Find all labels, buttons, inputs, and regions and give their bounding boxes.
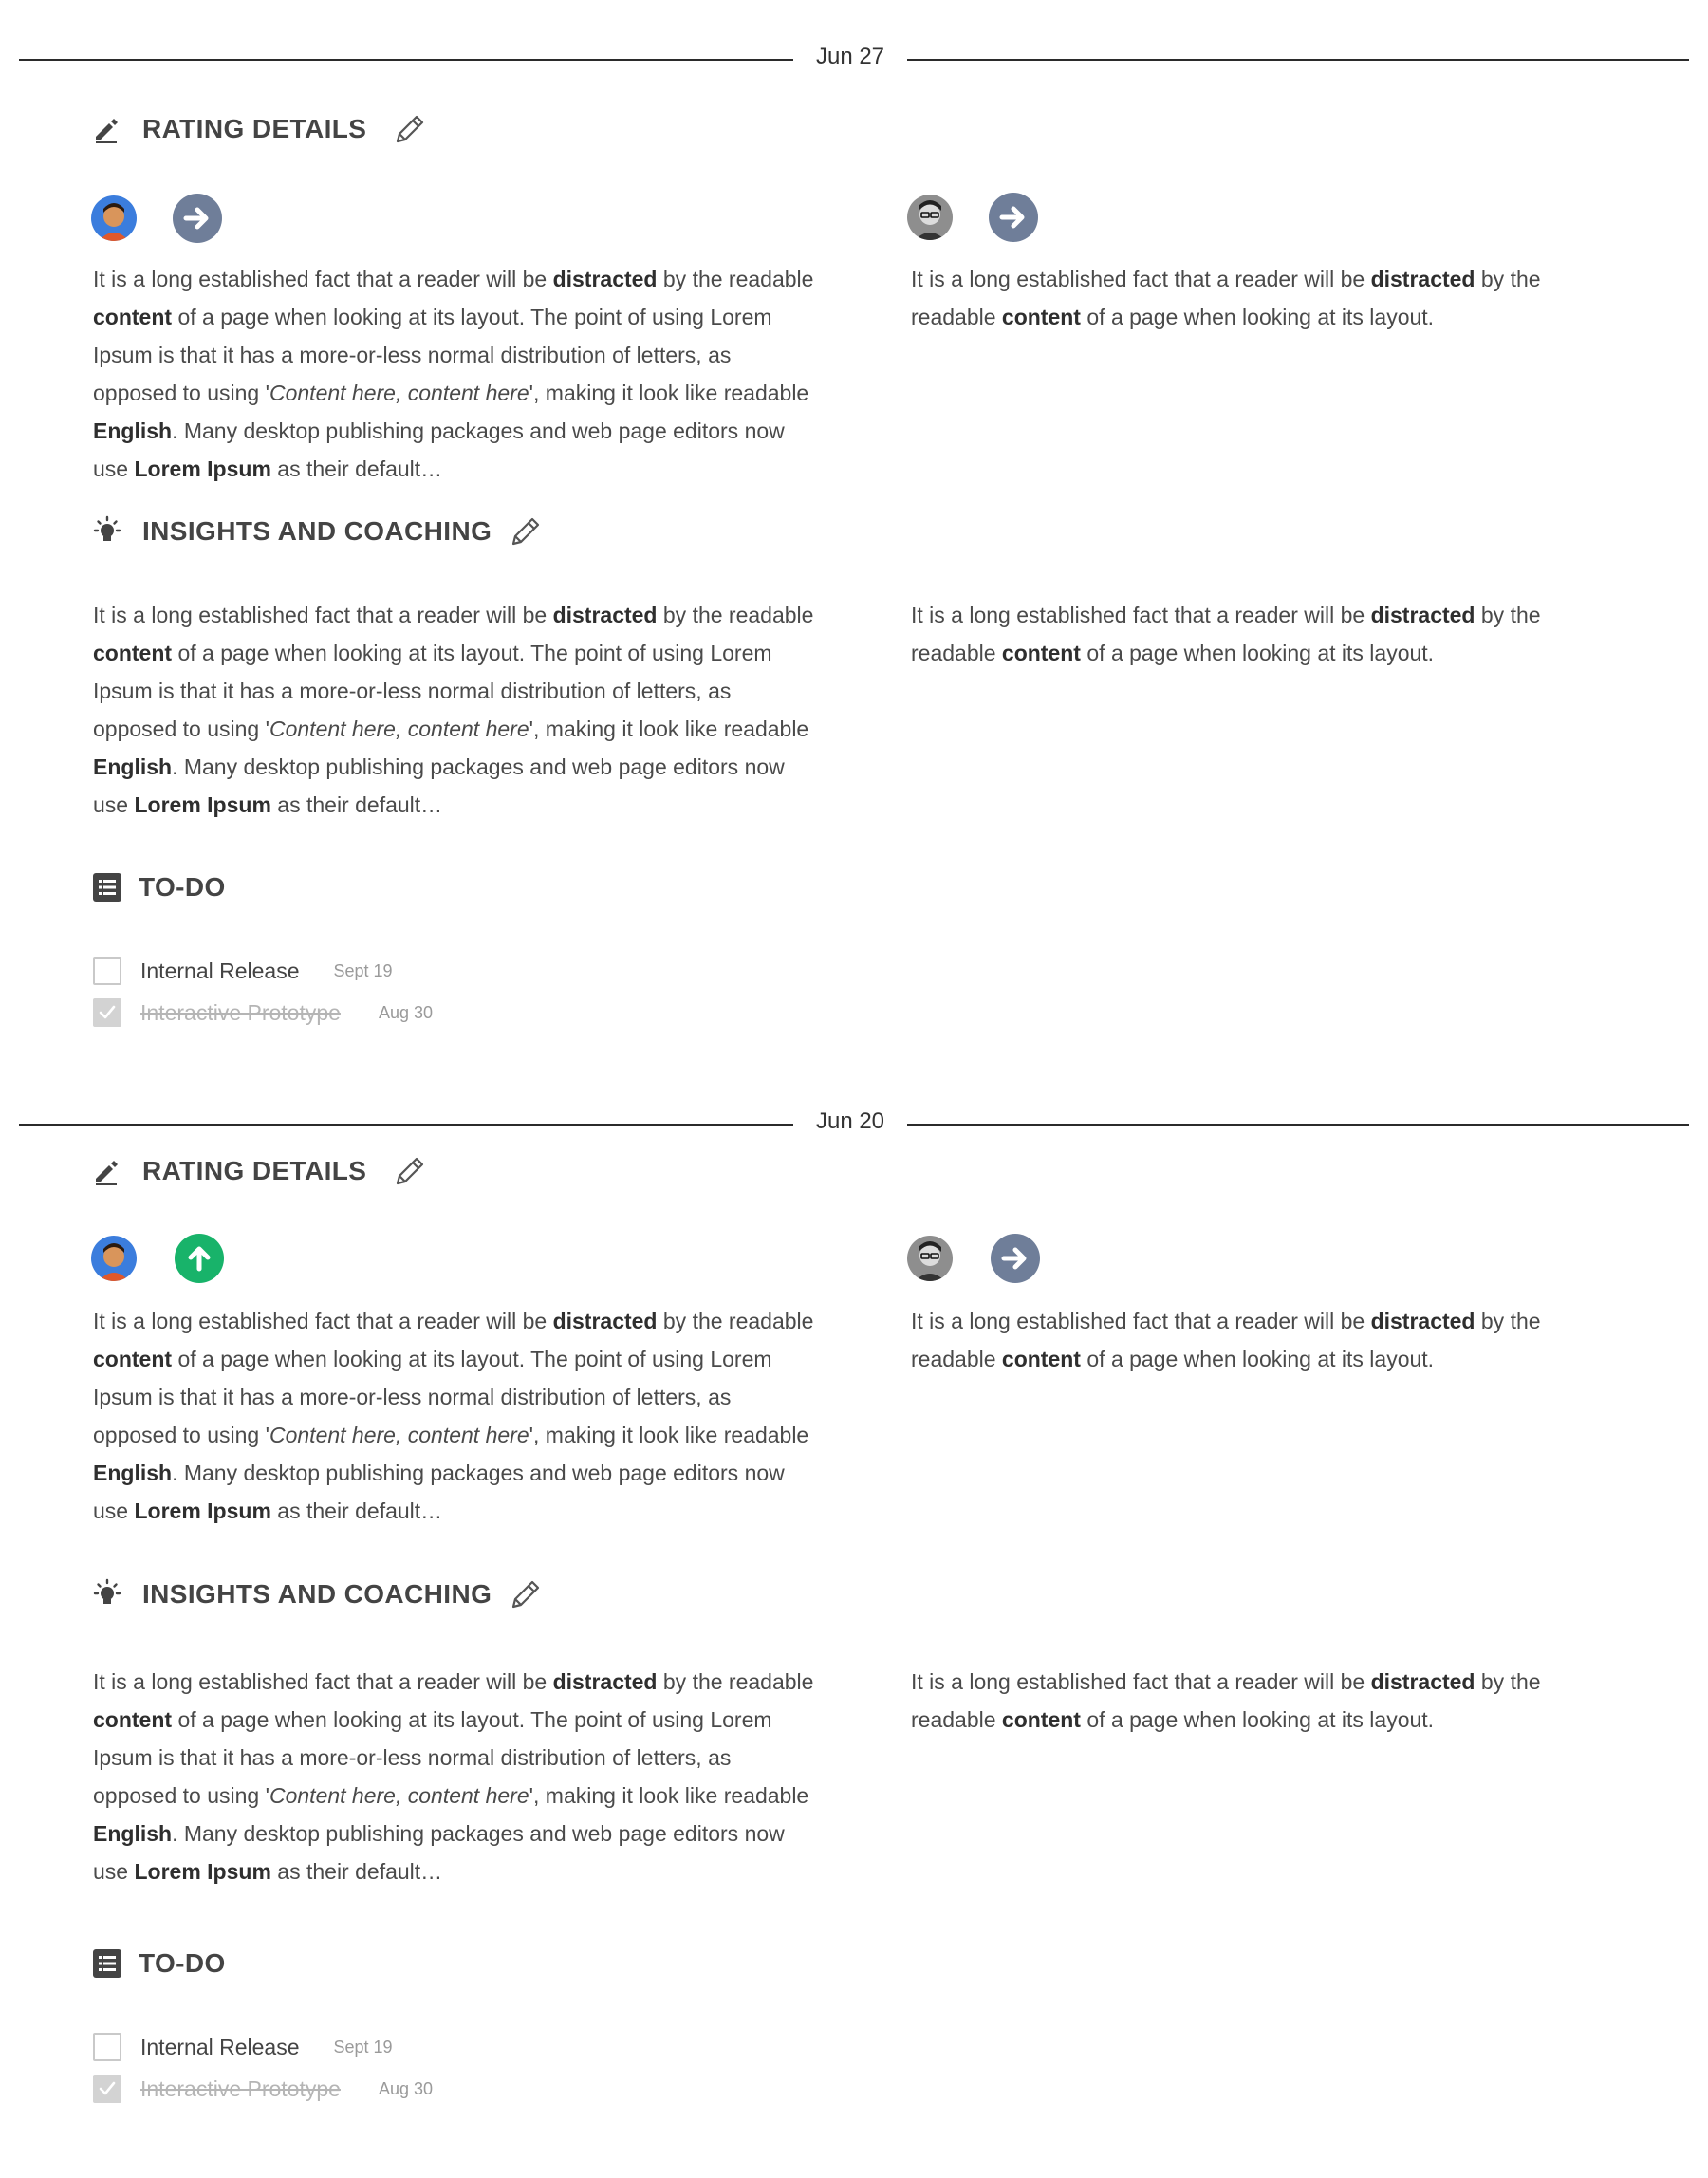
rating-details-header: RATING DETAILS [91,1152,429,1190]
insights-text-left: It is a long established fact that a rea… [93,1669,814,1884]
todo-date: Aug 30 [378,1002,434,1022]
edit-pencil-icon[interactable] [507,512,545,550]
trend-up-badge [175,1234,224,1283]
date-divider: Jun 20 [19,1105,1689,1143]
rating-comment-right: It is a long established fact that a rea… [911,1309,1541,1371]
todo-checkbox-checked[interactable] [93,2075,121,2103]
todo-checkbox-checked[interactable] [93,998,121,1027]
todo-checkbox[interactable] [93,957,121,985]
edit-pencil-icon[interactable] [507,1575,545,1613]
divider-line-right [907,1124,1689,1126]
list-icon [91,1947,123,1980]
todo-date: Sept 19 [333,2037,393,2057]
section-title: TO-DO [139,872,226,902]
lightbulb-icon [91,515,123,548]
trend-neutral-badge [991,1234,1040,1283]
todo-item: Internal Release Sept 19 [93,2033,393,2061]
avatar-left[interactable] [91,1236,137,1281]
todo-header: TO-DO [91,871,226,903]
rating-comment-left: It is a long established fact that a rea… [93,1309,814,1523]
pencil-icon [91,113,123,145]
date-divider: Jun 27 [19,40,1689,78]
lightbulb-icon [91,1578,123,1610]
section-title: TO-DO [139,1948,226,1978]
rating-details-header: RATING DETAILS [91,110,429,148]
check-icon [99,1005,116,1019]
arrow-right-icon [999,206,1025,229]
todo-label: Interactive Prototype [140,999,341,1025]
section-title: RATING DETAILS [142,114,367,143]
todo-header: TO-DO [91,1947,226,1980]
avatar-right[interactable] [907,195,953,240]
rating-comment-left: It is a long established fact that a rea… [93,267,814,481]
divider-line-left [19,1124,793,1126]
trend-neutral-badge [173,194,222,243]
arrow-right-icon [183,207,209,230]
section-title: RATING DETAILS [142,1156,367,1185]
todo-date: Sept 19 [333,960,393,980]
todo-label: Internal Release [140,958,300,983]
arrow-right-icon [1001,1247,1027,1270]
todo-item-done: Interactive Prototype Aug 30 [93,2075,433,2103]
avatar-left[interactable] [91,195,137,241]
todo-checkbox[interactable] [93,2033,121,2061]
entry-date: Jun 20 [815,1108,885,1134]
edit-pencil-icon[interactable] [391,1152,429,1190]
insights-text-right: It is a long established fact that a rea… [911,603,1541,665]
insights-text-right: It is a long established fact that a rea… [911,1669,1541,1732]
todo-label: Interactive Prototype [140,2076,341,2101]
todo-item: Internal Release Sept 19 [93,957,393,985]
check-icon [99,2081,116,2095]
trend-neutral-badge [989,193,1038,242]
divider-line-right [907,59,1689,61]
rating-comment-right: It is a long established fact that a rea… [911,267,1541,329]
arrow-up-icon [188,1246,211,1272]
todo-label: Internal Release [140,2034,300,2059]
pencil-icon [91,1155,123,1187]
todo-date: Aug 30 [378,2078,434,2098]
section-title: INSIGHTS AND COACHING [142,1579,492,1609]
list-icon [91,871,123,903]
avatar-right[interactable] [907,1236,953,1281]
section-title: INSIGHTS AND COACHING [142,516,492,546]
divider-line-left [19,59,793,61]
insights-text-left: It is a long established fact that a rea… [93,603,814,817]
insights-header: INSIGHTS AND COACHING [91,512,545,550]
entry-date: Jun 27 [815,44,885,69]
insights-header: INSIGHTS AND COACHING [91,1575,545,1613]
todo-item-done: Interactive Prototype Aug 30 [93,998,433,1027]
edit-pencil-icon[interactable] [391,110,429,148]
